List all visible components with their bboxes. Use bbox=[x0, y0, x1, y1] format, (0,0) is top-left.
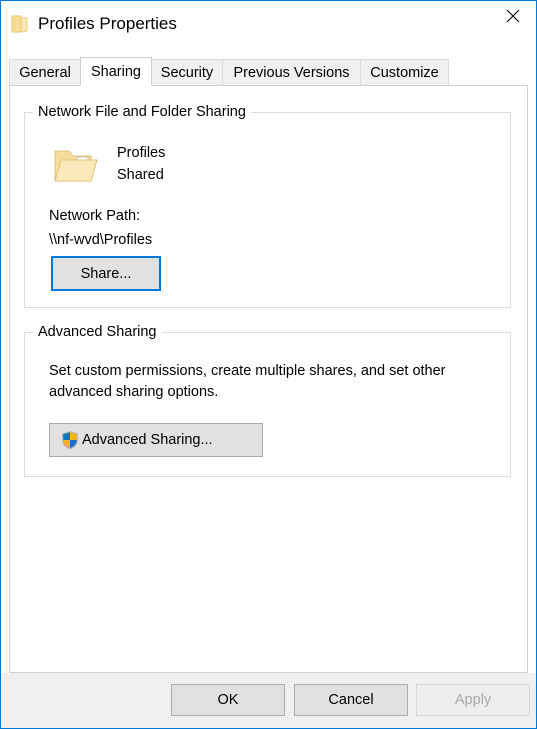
ok-button[interactable]: OK bbox=[171, 684, 285, 716]
title-bar: Profiles Properties bbox=[1, 1, 536, 49]
tab-security[interactable]: Security bbox=[151, 59, 223, 85]
advanced-sharing-button-label: Advanced Sharing... bbox=[82, 432, 213, 448]
tab-previous-versions[interactable]: Previous Versions bbox=[222, 59, 361, 85]
close-button[interactable] bbox=[490, 1, 536, 31]
dialog-footer: OK Cancel Apply bbox=[1, 673, 536, 728]
close-icon bbox=[506, 9, 520, 23]
sharing-tab-panel: Network File and Folder Sharing Profiles… bbox=[9, 85, 528, 673]
properties-dialog: Profiles Properties General Sharing Secu… bbox=[0, 0, 537, 729]
advanced-sharing-group: Advanced Sharing Set custom permissions,… bbox=[24, 324, 511, 477]
network-path-label: Network Path: bbox=[49, 208, 141, 224]
advanced-sharing-button[interactable]: Advanced Sharing... bbox=[49, 423, 263, 457]
network-file-and-folder-sharing-group: Network File and Folder Sharing Profiles… bbox=[24, 104, 511, 308]
advanced-sharing-description: Set custom permissions, create multiple … bbox=[49, 363, 446, 400]
group-legend-advanced: Advanced Sharing bbox=[33, 324, 162, 340]
folder-icon bbox=[10, 14, 29, 34]
cancel-button[interactable]: Cancel bbox=[294, 684, 408, 716]
uac-shield-icon bbox=[60, 430, 80, 450]
window-title: Profiles Properties bbox=[38, 14, 177, 33]
share-name-label: Profiles bbox=[117, 145, 166, 161]
network-path-value: \\nf-wvd\Profiles bbox=[49, 232, 153, 248]
tab-sharing[interactable]: Sharing bbox=[80, 57, 152, 86]
share-state-label: Shared bbox=[117, 167, 164, 183]
share-button[interactable]: Share... bbox=[51, 256, 161, 291]
group-legend-network: Network File and Folder Sharing bbox=[33, 104, 251, 120]
apply-button: Apply bbox=[416, 684, 530, 716]
tab-general[interactable]: General bbox=[9, 59, 81, 85]
shared-folder-icon bbox=[51, 143, 99, 189]
tab-strip: General Sharing Security Previous Versio… bbox=[1, 57, 536, 86]
tab-customize[interactable]: Customize bbox=[360, 59, 449, 85]
